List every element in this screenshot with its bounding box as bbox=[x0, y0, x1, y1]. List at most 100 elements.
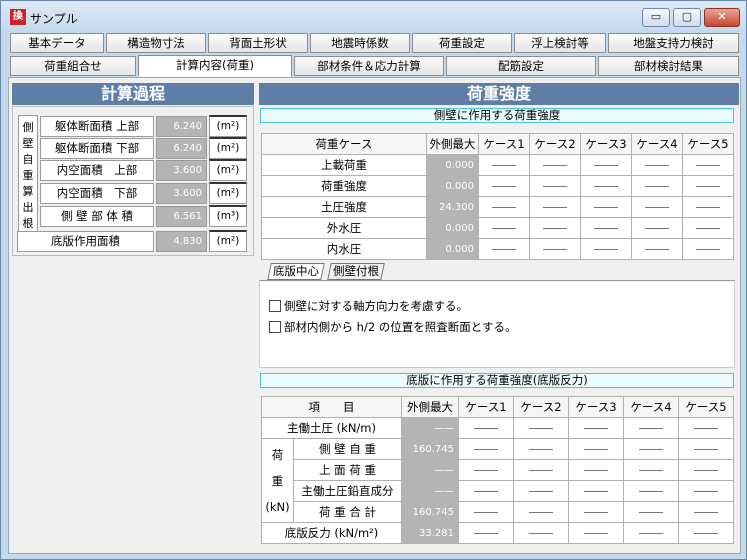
t2-case-cell[interactable] bbox=[623, 459, 679, 481]
t1-row-value: 24.300 bbox=[426, 196, 479, 218]
t2-case-cell[interactable] bbox=[458, 438, 514, 460]
calc-row-label: 側 壁 部 体 積 bbox=[40, 206, 154, 227]
dash-mark bbox=[694, 491, 718, 492]
t2-case-cell[interactable] bbox=[623, 417, 679, 439]
t2-case-cell[interactable] bbox=[568, 480, 624, 502]
dash-mark bbox=[529, 512, 553, 513]
t1-case-cell[interactable] bbox=[682, 217, 734, 239]
t2-case-cell[interactable] bbox=[568, 438, 624, 460]
dash-mark bbox=[529, 470, 553, 471]
t1-case-cell[interactable] bbox=[580, 196, 632, 218]
dash-mark bbox=[694, 449, 718, 450]
axial-force-checkbox[interactable] bbox=[269, 300, 281, 312]
t2-case-cell[interactable] bbox=[623, 438, 679, 460]
t1-case-cell[interactable] bbox=[631, 154, 683, 176]
t1-case-cell[interactable] bbox=[529, 175, 581, 197]
t1-case-cell[interactable] bbox=[478, 196, 530, 218]
tab-bearing-capacity[interactable]: 地盤支持力検討 bbox=[608, 33, 739, 53]
t1-case-cell[interactable] bbox=[478, 154, 530, 176]
t1-case-cell[interactable] bbox=[478, 217, 530, 239]
t2-case-cell[interactable] bbox=[513, 501, 569, 523]
t2-case-cell[interactable] bbox=[568, 501, 624, 523]
dash-mark bbox=[645, 228, 669, 229]
tab-load-settings[interactable]: 荷重設定 bbox=[412, 33, 512, 53]
t2-case-cell[interactable] bbox=[513, 480, 569, 502]
t1-row: 外水圧 0.000 bbox=[261, 217, 734, 239]
t1-case-cell[interactable] bbox=[478, 238, 530, 260]
t1-case-cell[interactable] bbox=[580, 154, 632, 176]
t2-case-cell[interactable] bbox=[513, 438, 569, 460]
subtab-strip: 底版中心 側壁付根 bbox=[259, 263, 735, 281]
tab-basic-data[interactable]: 基本データ bbox=[10, 33, 104, 53]
tab-calc-load[interactable]: 計算内容(荷重) bbox=[138, 55, 292, 77]
t1-case-cell[interactable] bbox=[682, 175, 734, 197]
maximize-button[interactable]: ▢ bbox=[673, 8, 701, 27]
t1-case-cell[interactable] bbox=[580, 175, 632, 197]
t2-case-cell[interactable] bbox=[678, 522, 734, 544]
t1-case-cell[interactable] bbox=[529, 238, 581, 260]
axial-force-option[interactable]: 側壁に対する軸方向力を考慮する。 bbox=[269, 298, 468, 314]
t1-row: 上載荷重 0.000 bbox=[261, 154, 734, 176]
t1-header-cell: ケース1 bbox=[478, 133, 530, 155]
t2-case-cell[interactable] bbox=[458, 522, 514, 544]
t2-case-cell[interactable] bbox=[568, 417, 624, 439]
slab-load-table: 項 目外側最大 ケース1 ケース2 ケース3 ケース4 ケース5 主働土圧 (kN/m) ——… bbox=[261, 396, 734, 544]
t2-case-cell[interactable] bbox=[458, 459, 514, 481]
t1-case-cell[interactable] bbox=[682, 196, 734, 218]
subtab-slab-center[interactable]: 底版中心 bbox=[267, 263, 325, 280]
t2-case-cell[interactable] bbox=[678, 480, 734, 502]
t2-case-cell[interactable] bbox=[678, 501, 734, 523]
minimize-button[interactable]: ▭ bbox=[642, 8, 670, 27]
t2-case-cell[interactable] bbox=[678, 438, 734, 460]
t1-case-cell[interactable] bbox=[631, 238, 683, 260]
tab-buoyancy[interactable]: 浮上検討等 bbox=[514, 33, 606, 53]
t2-case-cell[interactable] bbox=[458, 480, 514, 502]
subtab-wall-root[interactable]: 側壁付根 bbox=[327, 263, 385, 280]
check-section-checkbox[interactable] bbox=[269, 321, 281, 333]
t1-case-cell[interactable] bbox=[529, 217, 581, 239]
tab-member-stress[interactable]: 部材条件＆応力計算 bbox=[294, 56, 444, 76]
t2-case-cell[interactable] bbox=[623, 501, 679, 523]
dash-mark bbox=[594, 165, 618, 166]
t2-case-cell[interactable] bbox=[623, 522, 679, 544]
t1-case-cell[interactable] bbox=[580, 217, 632, 239]
t1-case-cell[interactable] bbox=[529, 196, 581, 218]
t2-case-cell[interactable] bbox=[458, 501, 514, 523]
t1-case-cell[interactable] bbox=[682, 154, 734, 176]
dash-mark bbox=[584, 512, 608, 513]
t2-case-cell[interactable] bbox=[678, 417, 734, 439]
t1-case-cell[interactable] bbox=[580, 238, 632, 260]
t1-row-value: 0.000 bbox=[426, 238, 479, 260]
dash-mark bbox=[694, 428, 718, 429]
t2-case-cell[interactable] bbox=[513, 417, 569, 439]
t1-case-cell[interactable] bbox=[478, 175, 530, 197]
t2-case-cell[interactable] bbox=[513, 522, 569, 544]
calc-row-label: 躯体断面積 上部 bbox=[40, 116, 154, 137]
check-section-option[interactable]: 部材内側から h/2 の位置を照査断面とする。 bbox=[269, 319, 516, 335]
tab-load-combination[interactable]: 荷重組合せ bbox=[10, 56, 136, 76]
t1-case-cell[interactable] bbox=[631, 175, 683, 197]
close-button[interactable]: ✕ bbox=[704, 8, 740, 27]
t2-case-cell[interactable] bbox=[678, 459, 734, 481]
tab-member-results[interactable]: 部材検討結果 bbox=[598, 56, 739, 76]
tab-rebar-settings[interactable]: 配筋設定 bbox=[446, 56, 596, 76]
t2-case-cell[interactable] bbox=[623, 480, 679, 502]
title-bar[interactable]: 換 サンプル ▭ ▢ ✕ bbox=[1, 1, 746, 31]
t1-case-cell[interactable] bbox=[631, 196, 683, 218]
app-icon[interactable]: 換 bbox=[10, 9, 26, 25]
t1-case-cell[interactable] bbox=[529, 154, 581, 176]
dash-mark bbox=[696, 165, 720, 166]
slab-load-bar: 底版に作用する荷重強度(底版反力) bbox=[260, 373, 734, 388]
t2-row-label: 上 面 荷 重 bbox=[293, 459, 402, 481]
t2-case-cell[interactable] bbox=[568, 522, 624, 544]
t2-case-cell[interactable] bbox=[458, 417, 514, 439]
t2-case-cell[interactable] bbox=[568, 459, 624, 481]
t2-header-row: 項 目外側最大 ケース1 ケース2 ケース3 ケース4 ケース5 bbox=[261, 396, 734, 418]
t2-case-cell[interactable] bbox=[513, 459, 569, 481]
tab-structure-dims[interactable]: 構造物寸法 bbox=[106, 33, 206, 53]
tab-seismic-coef[interactable]: 地震時係数 bbox=[310, 33, 410, 53]
t1-case-cell[interactable] bbox=[682, 238, 734, 260]
t1-case-cell[interactable] bbox=[631, 217, 683, 239]
tab-backfill-shape[interactable]: 背面土形状 bbox=[208, 33, 308, 53]
calc-row-label: 躯体断面積 下部 bbox=[40, 138, 154, 159]
